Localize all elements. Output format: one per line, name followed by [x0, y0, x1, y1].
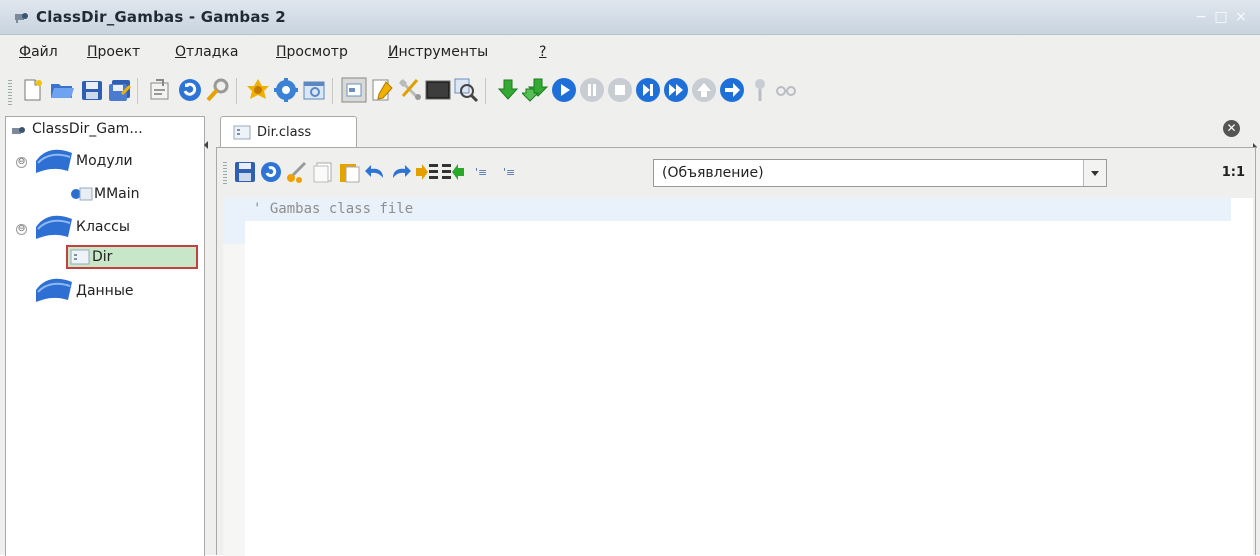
console-icon[interactable] [424, 76, 452, 104]
gambas-window: ClassDir_Gambas - Gambas 2 − □ × Файл Пр… [0, 0, 1260, 556]
project-name: ClassDir_Gam... [32, 121, 143, 137]
svg-text:'≡: '≡ [503, 166, 515, 179]
toolbar-separator [137, 78, 138, 104]
tree-node-classes[interactable]: Классы [76, 219, 130, 235]
uncomment-icon[interactable]: '≡ [499, 160, 523, 184]
forward-icon[interactable] [662, 76, 690, 104]
menu-project[interactable]: Проект [87, 44, 140, 60]
indent-icon[interactable] [415, 160, 439, 184]
toolbar-separator [236, 78, 237, 104]
edit-icon[interactable] [368, 76, 396, 104]
editor-tab-bar: Dir.class ✕ [216, 116, 1260, 151]
menu-debug[interactable]: Отладка [175, 44, 238, 60]
tools-icon[interactable] [396, 76, 424, 104]
form-icon[interactable] [340, 76, 368, 104]
procedure-combo-value: (Объявление) [662, 165, 764, 181]
data-folder-icon [36, 278, 72, 302]
tree-node-modules[interactable]: Модули [76, 153, 133, 169]
paste-icon[interactable] [337, 160, 361, 184]
new-file-icon[interactable] [18, 76, 46, 104]
maximize-icon[interactable]: □ [1213, 9, 1229, 25]
open-folder-icon[interactable] [48, 76, 76, 104]
refresh-icon[interactable] [176, 76, 204, 104]
return-icon[interactable] [718, 76, 746, 104]
redo-icon[interactable] [389, 160, 413, 184]
save-icon[interactable] [233, 160, 257, 184]
module-file-icon [71, 187, 93, 201]
modules-folder-icon [36, 149, 72, 173]
menu-file[interactable]: Файл [19, 44, 58, 60]
class-file-icon [70, 249, 90, 265]
classes-folder-icon [36, 215, 72, 239]
window-title: ClassDir_Gambas - Gambas 2 [36, 8, 286, 26]
search-icon[interactable] [204, 76, 232, 104]
up-icon[interactable] [690, 76, 718, 104]
tree-node-dir[interactable]: Dir [92, 249, 112, 265]
svg-text:'≡: '≡ [475, 166, 487, 179]
step-icon[interactable] [634, 76, 662, 104]
menu-bar: Файл Проект Отладка Просмотр Инструменты… [0, 36, 1260, 66]
close-icon[interactable]: × [1233, 9, 1249, 25]
copy-icon[interactable] [311, 160, 335, 184]
glasses-icon[interactable] [772, 76, 800, 104]
menu-tools[interactable]: Инструменты [388, 44, 488, 60]
settings-icon[interactable] [272, 76, 300, 104]
tree-root[interactable]: ClassDir_Gam... [6, 117, 204, 143]
toolbar-separator [332, 78, 333, 104]
make-icon[interactable] [244, 76, 272, 104]
run-icon[interactable] [550, 76, 578, 104]
code-editor-panel: '≡ '≡ (Объявление) 1:1 ' Gambas class fi… [216, 147, 1256, 556]
title-bar: ClassDir_Gambas - Gambas 2 − □ × [0, 0, 1260, 35]
collapse-classes-icon[interactable]: ⊖ [16, 224, 27, 235]
cut-icon[interactable] [285, 160, 309, 184]
pin-icon[interactable] [746, 76, 774, 104]
panel-splitter[interactable] [203, 116, 215, 555]
editor-toolbar-grip[interactable] [223, 162, 227, 184]
step-down-alt-icon[interactable] [522, 76, 550, 104]
project-icon [12, 127, 25, 134]
properties-icon[interactable] [146, 76, 174, 104]
step-down-icon[interactable] [494, 76, 522, 104]
minimize-icon[interactable]: − [1193, 9, 1209, 25]
toolbar-separator [485, 78, 486, 104]
tree-node-mmain[interactable]: MMain [94, 186, 140, 202]
collapse-modules-icon[interactable]: ⊖ [16, 157, 27, 168]
tab-label: Dir.class [257, 125, 312, 140]
line-marker [223, 221, 245, 244]
class-file-icon [233, 125, 251, 140]
menu-view[interactable]: Просмотр [276, 44, 348, 60]
unindent-icon[interactable] [441, 160, 465, 184]
save-all-icon[interactable] [106, 76, 134, 104]
menu-help[interactable]: ? [539, 44, 546, 60]
code-line-1[interactable]: ' Gambas class file [253, 201, 413, 217]
refresh-icon[interactable] [259, 160, 283, 184]
stop-icon[interactable] [606, 76, 634, 104]
undo-icon[interactable] [363, 160, 387, 184]
tree-node-data[interactable]: Данные [76, 283, 134, 299]
gambas-app-icon [15, 13, 28, 23]
window-icon[interactable] [300, 76, 328, 104]
project-tree: ClassDir_Gam... ⊖ Модули MMain ⊖ Классы … [5, 116, 205, 556]
save-icon[interactable] [78, 76, 106, 104]
tab-dir-class[interactable]: Dir.class [220, 116, 357, 148]
close-tab-icon[interactable]: ✕ [1223, 120, 1240, 137]
cursor-position: 1:1 [1221, 165, 1245, 180]
comment-icon[interactable]: '≡ [471, 160, 495, 184]
toolbar-grip[interactable] [8, 80, 12, 106]
chevron-down-icon[interactable] [1083, 160, 1106, 186]
splitter-arrow-icon [204, 141, 208, 149]
zoom-icon[interactable] [452, 76, 480, 104]
code-area[interactable]: ' Gambas class file [223, 198, 1253, 556]
main-toolbar [0, 68, 1260, 114]
pause-icon[interactable] [578, 76, 606, 104]
editor-gutter [223, 198, 245, 556]
procedure-combo[interactable]: (Объявление) [653, 159, 1107, 187]
